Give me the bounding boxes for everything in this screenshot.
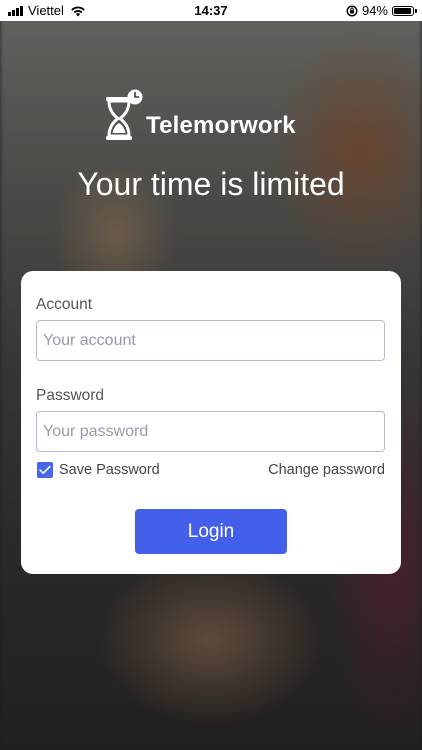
hourglass-clock-icon — [106, 89, 143, 140]
status-bar: Viettel 14:37 94% — [0, 0, 422, 21]
status-bar-right: 94% — [346, 0, 417, 21]
checkbox-checked-icon[interactable] — [37, 462, 53, 478]
signal-bars-icon — [8, 5, 23, 16]
password-input[interactable] — [36, 411, 385, 452]
tagline: Your time is limited — [77, 166, 345, 202]
login-button[interactable]: Login — [135, 509, 287, 554]
change-password-link[interactable]: Change password — [268, 462, 385, 478]
password-label: Password — [36, 387, 105, 404]
account-input[interactable] — [36, 320, 385, 361]
battery-level-fill — [394, 7, 411, 14]
login-card: Account Password Save Password Change pa… — [21, 271, 401, 574]
brand: Telemorwork — [104, 88, 296, 142]
wifi-icon — [71, 6, 85, 16]
save-password-label: Save Password — [59, 462, 160, 478]
account-label: Account — [36, 296, 93, 313]
carrier-name: Viettel — [28, 3, 64, 18]
battery-percent: 94% — [361, 3, 388, 18]
save-password-checkbox[interactable]: Save Password — [37, 462, 160, 478]
battery-icon — [392, 5, 417, 16]
app-name: Telemorwork — [146, 112, 296, 139]
rotation-lock-icon — [346, 4, 358, 17]
status-bar-left: Viettel — [8, 3, 86, 18]
